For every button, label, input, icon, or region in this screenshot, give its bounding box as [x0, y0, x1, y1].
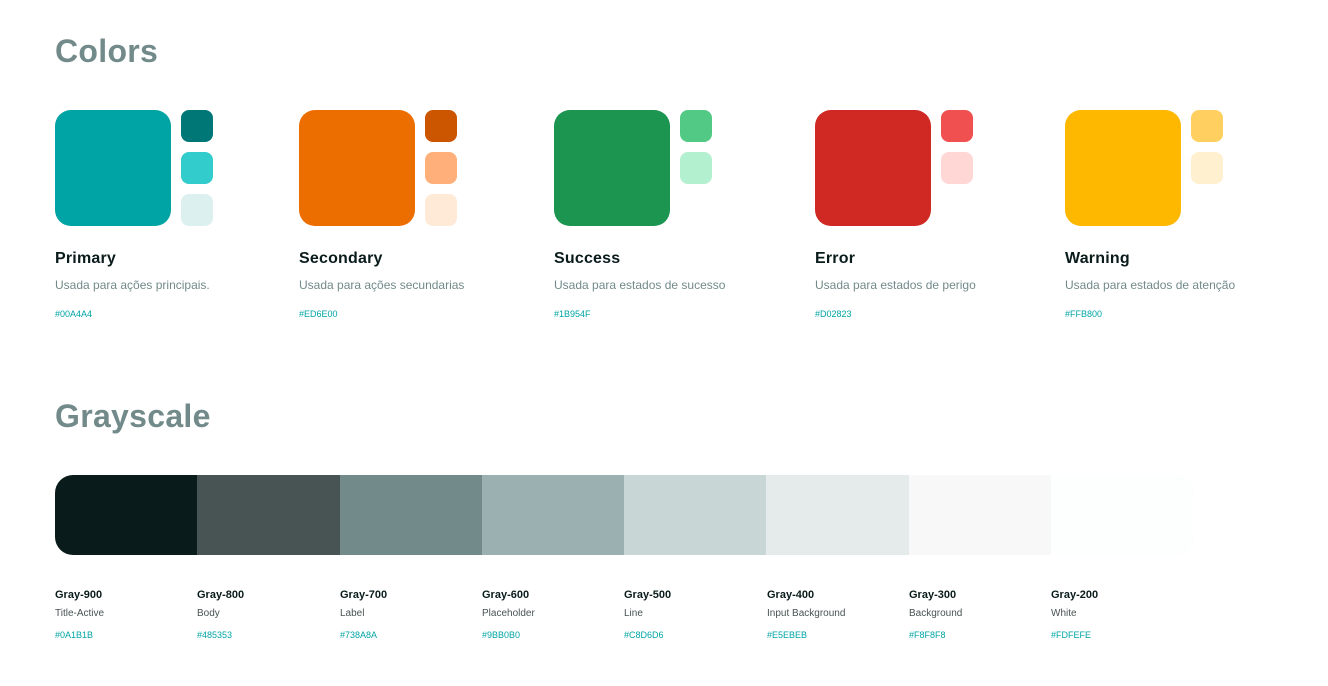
success-name: Success — [554, 250, 621, 267]
error-name: Error — [815, 250, 856, 267]
gray-600-name: Gray-600 — [482, 589, 530, 601]
gray-400-name: Gray-400 — [767, 589, 815, 601]
gray-500-hex: #C8D6D6 — [624, 630, 664, 640]
secondary-light-swatch — [425, 152, 457, 184]
gray-200-label: Gray-200 White #FDFEFE — [1051, 589, 1193, 640]
gray-700-name: Gray-700 — [340, 589, 388, 601]
gray-300-swatch — [908, 475, 1051, 555]
gray-500-swatch — [624, 475, 767, 555]
gray-200-role: White — [1051, 608, 1077, 619]
gray-800-swatch — [197, 475, 340, 555]
gray-900-hex: #0A1B1B — [55, 630, 94, 640]
warning-main-swatch — [1065, 110, 1181, 226]
primary-name: Primary — [55, 250, 116, 267]
gray-800-hex: #485353 — [197, 630, 233, 640]
gray-900-name: Gray-900 — [55, 589, 103, 601]
error-main-swatch — [815, 110, 931, 226]
gray-700-swatch — [339, 475, 482, 555]
gray-500-name: Gray-500 — [624, 589, 672, 601]
gray-300-label: Gray-300 Background #F8F8F8 — [909, 589, 1051, 640]
gray-900-label: Gray-900 Title-Active #0A1B1B — [55, 589, 197, 640]
warning-name: Warning — [1065, 250, 1130, 267]
secondary-lighter-swatch — [425, 194, 457, 226]
colors-section-title: Colors — [55, 33, 159, 69]
gray-900-role: Title-Active — [55, 608, 105, 619]
gray-700-hex: #738A8A — [340, 630, 378, 640]
warning-hex: #FFB800 — [1065, 309, 1103, 319]
grayscale-bar — [55, 475, 1193, 555]
success-lighter-swatch — [680, 152, 712, 184]
gray-200-hex: #FDFEFE — [1051, 630, 1092, 640]
gray-400-role: Input Background — [767, 608, 846, 619]
gray-300-role: Background — [909, 608, 963, 619]
primary-dark-swatch — [181, 110, 213, 142]
gray-700-label: Gray-700 Label #738A8A — [340, 589, 482, 640]
secondary-dark-swatch — [425, 110, 457, 142]
gray-900-swatch — [55, 475, 198, 555]
gray-600-label: Gray-600 Placeholder #9BB0B0 — [482, 589, 624, 640]
secondary-name: Secondary — [299, 250, 383, 267]
gray-800-role: Body — [197, 608, 220, 619]
secondary-main-swatch — [299, 110, 415, 226]
primary-hex: #00A4A4 — [55, 309, 93, 319]
warning-description: Usada para estados de atenção — [1065, 278, 1236, 292]
gray-200-swatch — [1050, 475, 1193, 555]
primary-main-swatch — [55, 110, 171, 226]
gray-600-hex: #9BB0B0 — [482, 630, 521, 640]
grayscale-section-title: Grayscale — [55, 398, 211, 434]
primary-lighter-swatch — [181, 194, 213, 226]
success-hex: #1B954F — [554, 309, 591, 319]
gray-700-role: Label — [340, 608, 365, 619]
primary-description: Usada para ações principais. — [55, 278, 210, 292]
gray-400-label: Gray-400 Input Background #E5EBEB — [767, 589, 909, 640]
gray-300-hex: #F8F8F8 — [909, 630, 946, 640]
gray-800-name: Gray-800 — [197, 589, 245, 601]
gray-200-name: Gray-200 — [1051, 589, 1099, 601]
success-description: Usada para estados de sucesso — [554, 278, 726, 292]
error-lighter-swatch — [941, 152, 973, 184]
success-main-swatch — [554, 110, 670, 226]
gray-800-label: Gray-800 Body #485353 — [197, 589, 339, 640]
gray-500-label: Gray-500 Line #C8D6D6 — [624, 589, 766, 640]
secondary-hex: #ED6E00 — [299, 309, 338, 319]
gray-600-role: Placeholder — [482, 608, 535, 619]
warning-light-swatch — [1191, 110, 1223, 142]
success-light-swatch — [680, 110, 712, 142]
warning-lighter-swatch — [1191, 152, 1223, 184]
gray-300-name: Gray-300 — [909, 589, 957, 601]
secondary-description: Usada para ações secundarias — [299, 278, 465, 292]
gray-400-hex: #E5EBEB — [767, 630, 808, 640]
gray-500-role: Line — [624, 608, 643, 619]
gray-400-swatch — [766, 475, 909, 555]
primary-light-swatch — [181, 152, 213, 184]
error-light-swatch — [941, 110, 973, 142]
error-hex: #D02823 — [815, 309, 852, 319]
error-description: Usada para estados de perigo — [815, 278, 976, 292]
gray-600-swatch — [481, 475, 624, 555]
